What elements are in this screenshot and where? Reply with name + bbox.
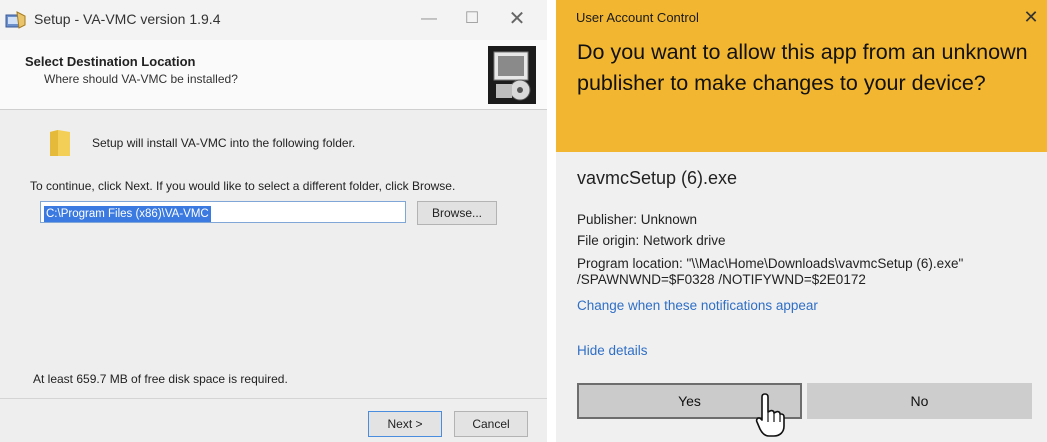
page-subtitle: Where should VA-VMC be installed? (44, 72, 238, 86)
minimize-icon[interactable]: — (414, 6, 444, 32)
continue-instructions: To continue, click Next. If you would li… (30, 179, 456, 193)
installer-logo-icon (486, 42, 538, 108)
publisher-info: Publisher: Unknown (577, 212, 698, 227)
page-title: Select Destination Location (25, 54, 196, 69)
program-location-info: Program location: "\\Mac\Home\Downloads\… (577, 256, 964, 287)
setup-window: Setup - VA-VMC version 1.9.4 — ☐ ✕ Selec… (0, 0, 547, 442)
destination-path-value: C:\Program Files (x86)\VA-VMC (44, 206, 211, 222)
no-button[interactable]: No (807, 383, 1032, 419)
setup-titlebar: Setup - VA-VMC version 1.9.4 — ☐ ✕ (0, 0, 547, 40)
browse-button[interactable]: Browse... (417, 201, 497, 225)
maximize-icon[interactable]: ☐ (457, 6, 487, 32)
uac-title: User Account Control (576, 10, 699, 25)
uac-dialog: User Account Control ✕ Do you want to al… (556, 0, 1047, 442)
setup-app-icon (5, 10, 27, 30)
setup-page-header: Select Destination Location Where should… (0, 40, 547, 110)
footer-divider (0, 398, 547, 399)
next-button[interactable]: Next > (368, 411, 442, 437)
folder-icon (48, 128, 72, 158)
hide-details-link[interactable]: Hide details (577, 343, 648, 358)
uac-header: User Account Control ✕ Do you want to al… (556, 0, 1047, 152)
close-icon[interactable]: ✕ (502, 6, 532, 32)
mouse-pointer-icon (754, 392, 786, 438)
setup-window-title: Setup - VA-VMC version 1.9.4 (34, 11, 221, 27)
close-icon[interactable]: ✕ (1020, 6, 1042, 28)
change-notifications-link[interactable]: Change when these notifications appear (577, 298, 818, 313)
destination-path-input[interactable]: C:\Program Files (x86)\VA-VMC (40, 201, 406, 223)
file-origin-info: File origin: Network drive (577, 233, 726, 248)
uac-question: Do you want to allow this app from an un… (577, 40, 1028, 95)
install-info-text: Setup will install VA-VMC into the follo… (92, 136, 356, 150)
disk-space-requirement: At least 659.7 MB of free disk space is … (33, 372, 288, 386)
program-name: vavmcSetup (6).exe (577, 168, 738, 188)
cancel-button[interactable]: Cancel (454, 411, 528, 437)
